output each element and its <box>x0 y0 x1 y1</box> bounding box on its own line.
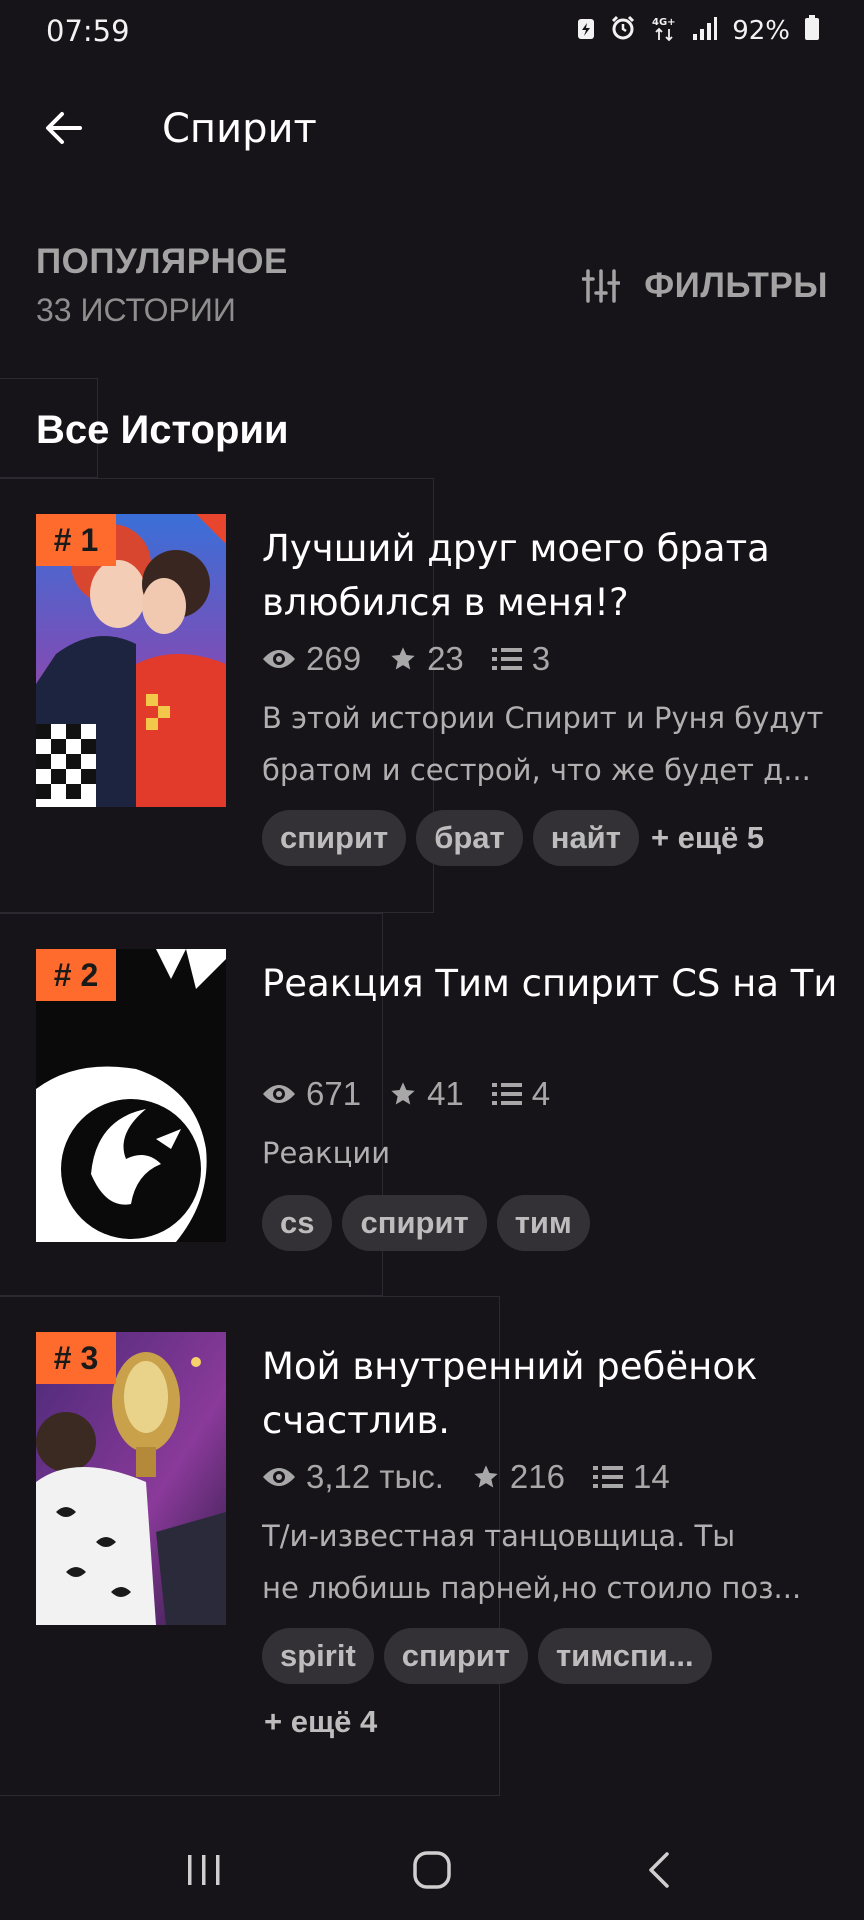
tag-chip[interactable]: тим <box>496 1195 590 1251</box>
arrow-left-icon <box>46 112 82 144</box>
story-stats: 671 41 4 <box>262 1075 550 1113</box>
network-type-icon: 4G+ <box>650 14 678 47</box>
tag-list: spirit спирит тимспи... + ещё 4 <box>262 1628 842 1750</box>
signal-icon <box>692 16 718 45</box>
tag-chip[interactable]: тимспи... <box>538 1628 712 1684</box>
story-title: Лучший друг моего брата влюбился в меня!… <box>262 527 770 624</box>
list-heading: Все Истории <box>36 408 289 452</box>
story-description-2: не любишь парней,но стоило поз... <box>262 1571 802 1605</box>
sort-label[interactable]: ПОПУЛЯРНОЕ <box>36 242 288 282</box>
story-description-2: братом и сестрой, что же будет д... <box>262 753 811 787</box>
views-stat: 269 <box>262 640 361 678</box>
home-icon <box>413 1851 451 1889</box>
stars-stat: 216 <box>472 1458 565 1496</box>
parts-count: 4 <box>531 1075 551 1112</box>
parts-stat: 4 <box>491 1075 551 1113</box>
recents-icon <box>188 1855 220 1885</box>
story-title: Реакция Тим спирит CS на Ти <box>262 962 838 1005</box>
filter-label: ФИЛЬТРЫ <box>644 266 828 305</box>
page-title: Спирит <box>162 106 317 152</box>
rank-badge: # 1 <box>36 514 116 566</box>
views-stat: 3,12 тыс. <box>262 1458 444 1496</box>
story-card-1[interactable]: # 1 Лучший друг моего брата влюбился в м… <box>0 478 864 913</box>
star-icon <box>391 647 415 670</box>
list-icon <box>491 648 522 670</box>
eye-icon <box>263 1085 295 1103</box>
tag-chip[interactable]: cs <box>262 1195 333 1251</box>
filter-button[interactable]: ФИЛЬТРЫ <box>582 266 828 306</box>
story-title: Мой внутренний ребёнок счастлив. <box>262 1345 758 1442</box>
stars-count: 216 <box>509 1458 565 1495</box>
tag-chip[interactable]: спирит <box>262 810 407 866</box>
star-icon <box>474 1465 498 1488</box>
story-card-2[interactable]: # 2 Реакция Тим спирит CS на Ти 671 41 4… <box>0 913 864 1296</box>
rank-badge: # 3 <box>36 1332 116 1384</box>
views-count: 671 <box>306 1075 362 1112</box>
more-tags-link[interactable]: + ещё 4 <box>262 1694 842 1750</box>
tag-list: cs спирит тим <box>262 1195 842 1251</box>
stars-count: 23 <box>427 640 464 677</box>
status-time: 07:59 <box>46 14 130 48</box>
battery-percent: 92% <box>732 15 790 46</box>
list-icon <box>491 1083 522 1105</box>
tag-chip[interactable]: брат <box>416 810 523 866</box>
views-count: 269 <box>306 640 362 677</box>
eye-icon <box>263 1468 295 1486</box>
tag-chip[interactable]: спирит <box>342 1195 487 1251</box>
alarm-icon <box>610 15 636 46</box>
list-icon <box>592 1466 623 1488</box>
tag-list: спирит брат найт + ещё 5 <box>262 810 842 866</box>
star-icon <box>391 1082 415 1105</box>
views-count: 3,12 тыс. <box>306 1458 444 1495</box>
story-cover-image: # 1 <box>36 514 226 807</box>
parts-stat: 14 <box>592 1458 670 1496</box>
tag-chip[interactable]: spirit <box>262 1628 374 1684</box>
recents-button[interactable] <box>164 1830 244 1910</box>
story-card-3[interactable]: # 3 Мой внутренний ребёнок счастлив. 3,1… <box>0 1296 864 1796</box>
story-description: Реакции <box>262 1136 391 1170</box>
system-nav-bar <box>0 1820 864 1920</box>
section-header: ПОПУЛЯРНОЕ 33 ИСТОРИИ ФИЛЬТРЫ <box>0 236 864 336</box>
parts-count: 3 <box>531 640 551 677</box>
system-back-button[interactable] <box>620 1830 700 1910</box>
more-tags-link[interactable]: + ещё 5 <box>649 810 764 866</box>
parts-stat: 3 <box>491 640 551 678</box>
back-chevron-icon <box>649 1852 669 1888</box>
home-button[interactable] <box>392 1830 472 1910</box>
views-stat: 671 <box>262 1075 361 1113</box>
parts-count: 14 <box>632 1458 670 1495</box>
stars-stat: 23 <box>389 640 464 678</box>
story-description: В этой истории Спирит и Руня будут <box>262 701 824 735</box>
status-icons: 4G+ 92% <box>576 14 820 47</box>
tag-chip[interactable]: спирит <box>383 1628 528 1684</box>
status-bar: 07:59 4G+ 92% <box>0 0 864 64</box>
story-stats: 3,12 тыс. 216 14 <box>262 1458 670 1496</box>
battery-saver-icon <box>576 16 596 45</box>
story-stats: 269 23 3 <box>262 640 550 678</box>
back-button[interactable] <box>34 98 94 158</box>
svg-text:4G+: 4G+ <box>652 17 676 28</box>
story-count: 33 ИСТОРИИ <box>36 292 236 328</box>
screen: 07:59 4G+ 92% Спирит ПОПУЛЯРНОЕ 33 ИСТОР… <box>0 0 864 1920</box>
app-bar: Спирит <box>0 90 864 170</box>
stars-stat: 41 <box>389 1075 464 1113</box>
story-cover-image: # 2 <box>36 949 226 1242</box>
eye-icon <box>263 650 295 668</box>
story-cover-image: # 3 <box>36 1332 226 1625</box>
battery-icon <box>804 15 820 46</box>
tag-chip[interactable]: найт <box>532 810 639 866</box>
story-description: Т/и-известная танцовщица. Ты <box>262 1519 736 1553</box>
rank-badge: # 2 <box>36 949 116 1001</box>
stars-count: 41 <box>427 1075 464 1112</box>
sliders-icon <box>582 269 621 303</box>
